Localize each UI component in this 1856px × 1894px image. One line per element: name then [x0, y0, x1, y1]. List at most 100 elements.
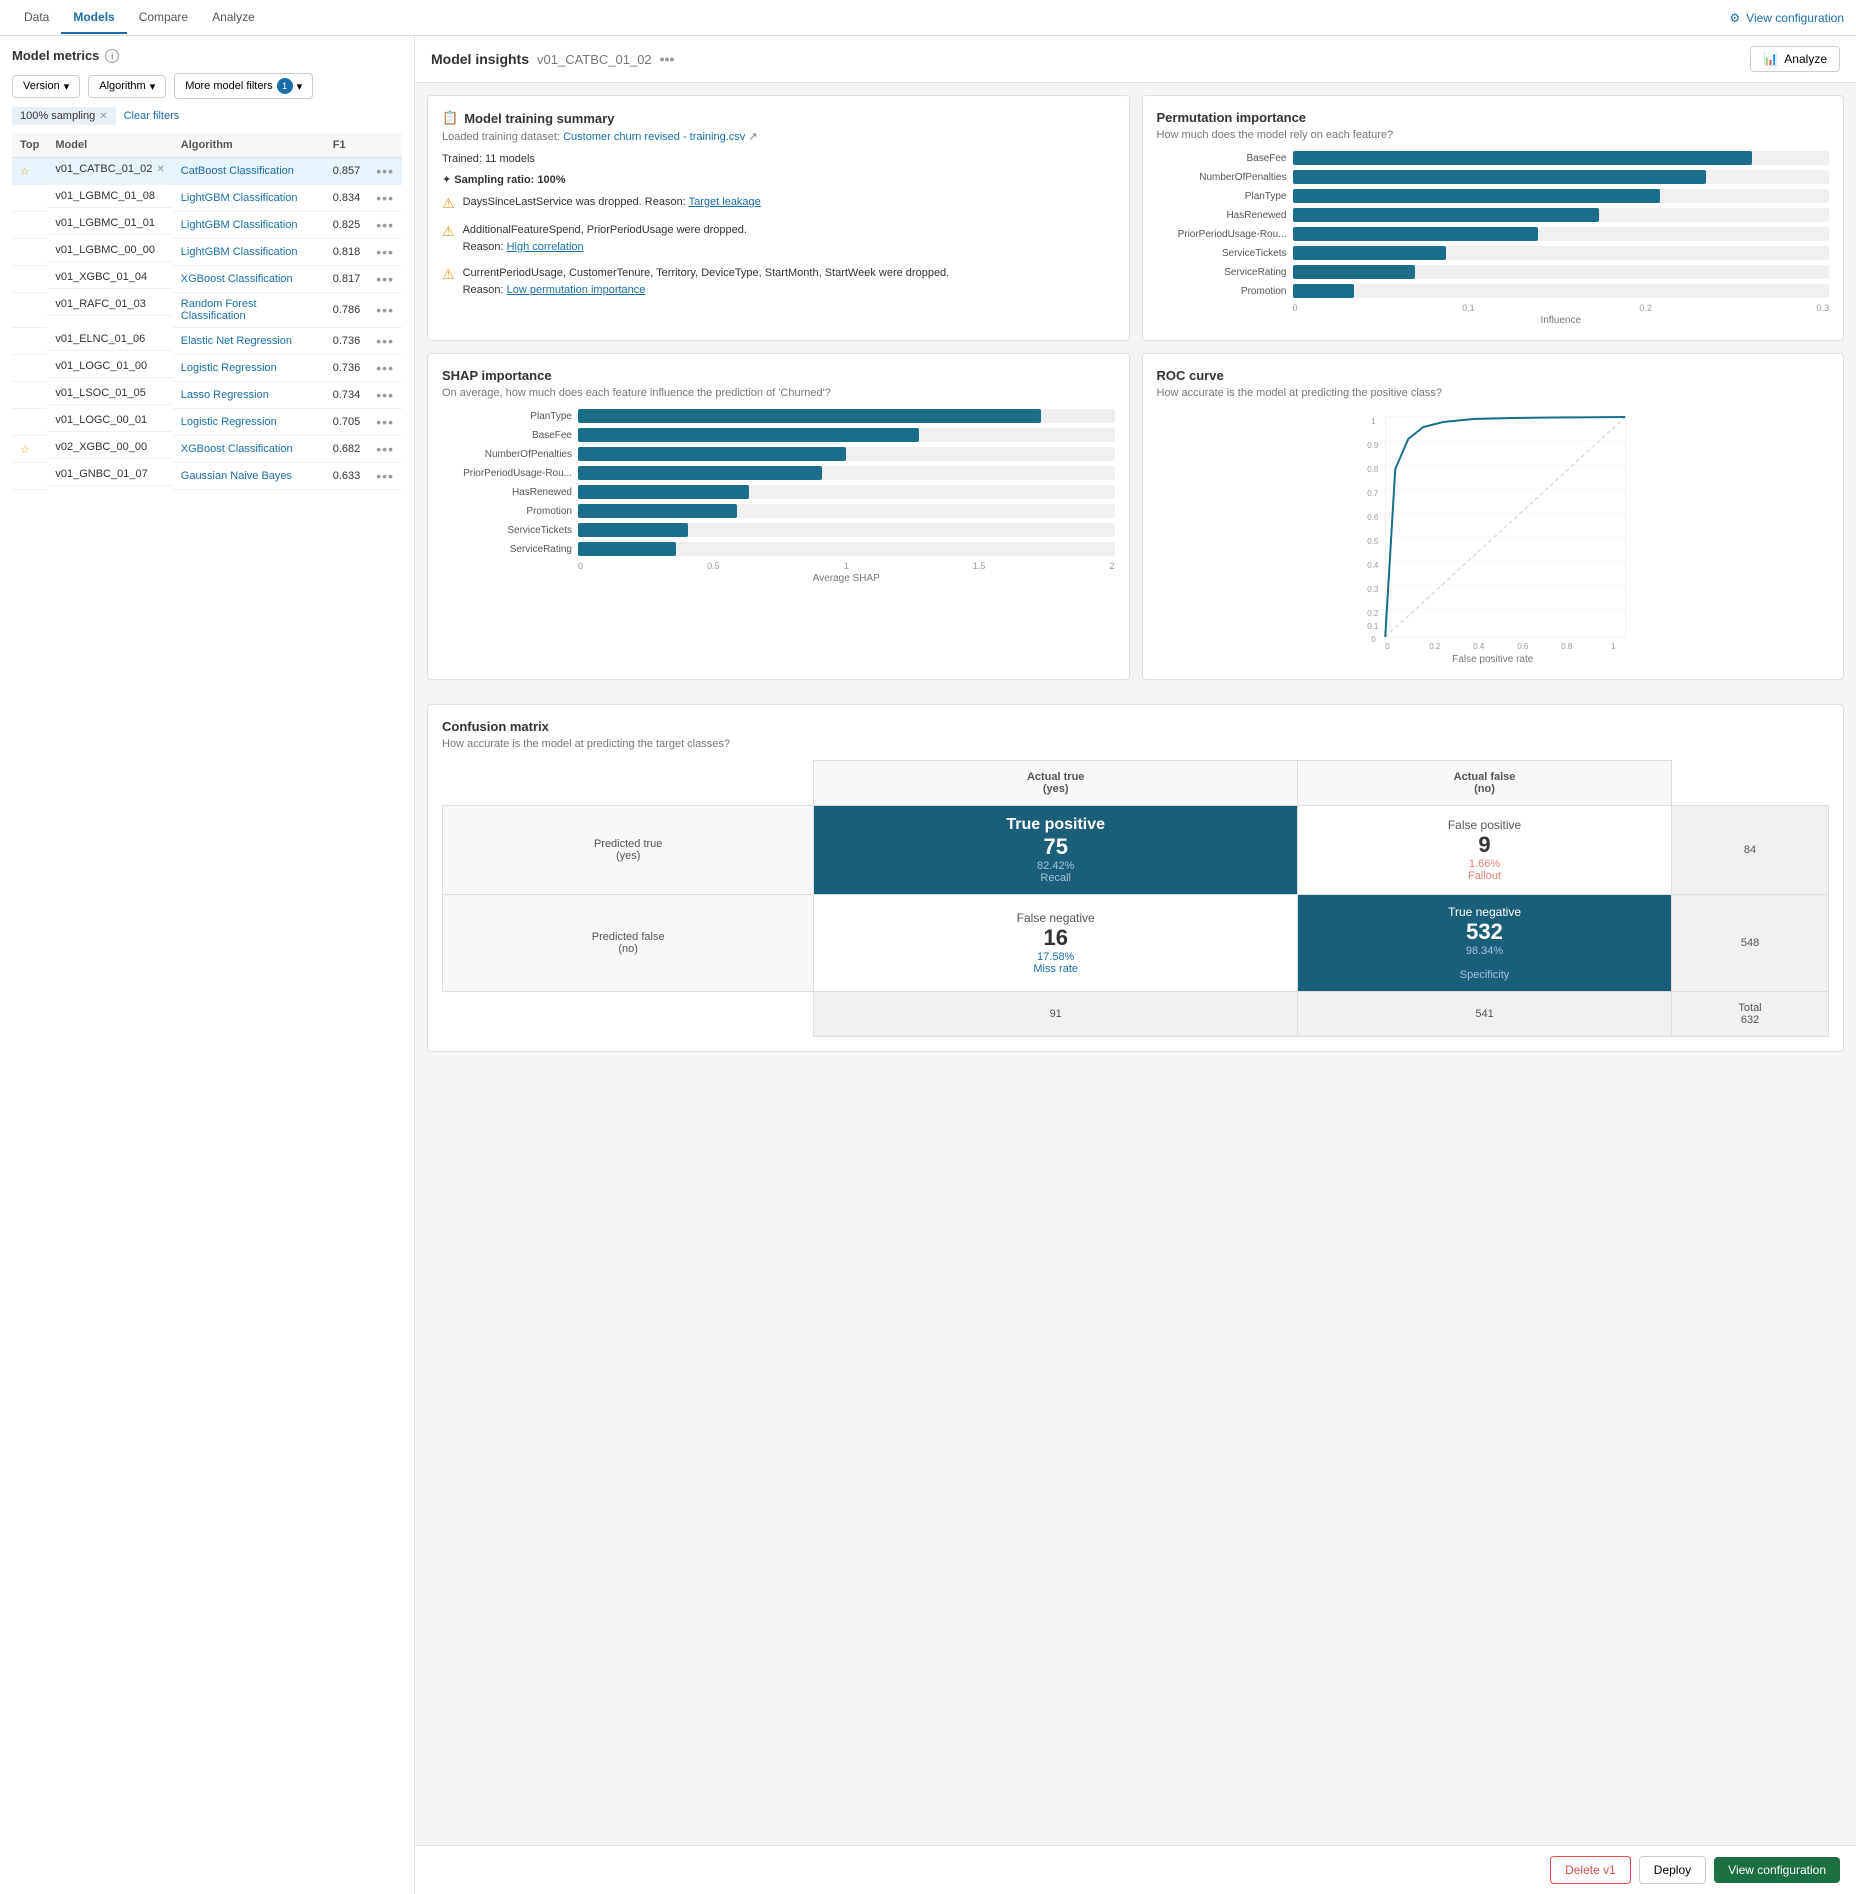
model-cell: v01_LOGC_01_00	[47, 355, 172, 378]
model-name: v01_LGBMC_01_01	[55, 217, 155, 229]
row-actions[interactable]: •••	[376, 302, 394, 318]
deselect-model[interactable]: ✕	[156, 164, 164, 175]
svg-text:0.4: 0.4	[1367, 561, 1379, 570]
table-row[interactable]: v01_RAFC_01_03 Random Forest Classificat…	[12, 293, 402, 328]
algorithm-name[interactable]: XGBoost Classification	[181, 443, 293, 455]
algo-cell: Random Forest Classification	[173, 293, 325, 328]
col-algorithm: Algorithm	[173, 133, 325, 158]
nav-analyze[interactable]: Analyze	[200, 2, 267, 34]
row-actions[interactable]: •••	[376, 387, 394, 403]
algorithm-name[interactable]: LightGBM Classification	[181, 219, 298, 231]
table-row[interactable]: v01_LOGC_00_01 Logistic Regression 0.705…	[12, 409, 402, 436]
remove-sampling-filter[interactable]: ✕	[99, 111, 107, 122]
shap-bar-track	[578, 542, 1115, 556]
model-cell: v01_LSOC_01_05	[47, 382, 172, 405]
analyze-button[interactable]: 📊 Analyze	[1750, 46, 1840, 72]
training-title-text: Model training summary	[464, 111, 614, 126]
drop-reason-link-2[interactable]: High correlation	[507, 241, 584, 253]
table-row[interactable]: ☆ v02_XGBC_00_00 XGBoost Classification …	[12, 436, 402, 463]
model-name: v01_CATBC_01_02	[55, 163, 152, 175]
nav-compare[interactable]: Compare	[127, 2, 200, 34]
cm-row-pred-false: Predicted false(no)	[443, 895, 814, 992]
perm-x-axis: 0 0.1 0.2 0.3	[1157, 303, 1830, 313]
perm-subtitle: How much does the model rely on each fea…	[1157, 129, 1830, 141]
row-actions[interactable]: •••	[376, 271, 394, 287]
drop-item-2: ⚠ AdditionalFeatureSpend, PriorPeriodUsa…	[442, 222, 1115, 255]
version-filter[interactable]: Version ▾	[12, 75, 80, 98]
row-actions[interactable]: •••	[376, 441, 394, 457]
cm-fp-value: 9	[1478, 832, 1490, 857]
algorithm-name[interactable]: Lasso Regression	[181, 389, 269, 401]
drop-field-1: DaysSinceLastService	[463, 196, 573, 208]
algorithm-filter[interactable]: Algorithm ▾	[88, 75, 166, 98]
deploy-button[interactable]: Deploy	[1639, 1856, 1706, 1884]
table-row[interactable]: v01_LSOC_01_05 Lasso Regression 0.734 ••…	[12, 382, 402, 409]
algorithm-name[interactable]: CatBoost Classification	[181, 165, 294, 177]
shap-chart: PlanType BaseFee NumberOfPenalties Prior…	[442, 409, 1115, 556]
algorithm-name[interactable]: Logistic Regression	[181, 416, 277, 428]
algorithm-name[interactable]: LightGBM Classification	[181, 192, 298, 204]
delete-button[interactable]: Delete v1	[1550, 1856, 1631, 1884]
row-actions[interactable]: •••	[376, 360, 394, 376]
row-actions[interactable]: •••	[376, 333, 394, 349]
more-filters[interactable]: More model filters 1 ▾	[174, 73, 313, 99]
algorithm-name[interactable]: XGBoost Classification	[181, 273, 293, 285]
model-name: v01_LSOC_01_05	[55, 387, 146, 399]
algorithm-name[interactable]: Logistic Regression	[181, 362, 277, 374]
cm-fp-pct-label: Fallout	[1468, 870, 1501, 882]
svg-text:0.9: 0.9	[1367, 441, 1379, 450]
bar-row: ServiceRating	[1157, 265, 1830, 279]
warning-icon-3: ⚠	[442, 266, 455, 283]
table-row[interactable]: v01_LGBMC_01_08 LightGBM Classification …	[12, 185, 402, 212]
row-actions[interactable]: •••	[376, 217, 394, 233]
row-actions[interactable]: •••	[376, 190, 394, 206]
dataset-link[interactable]: Customer churn revised - training.csv	[563, 131, 745, 143]
algorithm-name[interactable]: Gaussian Naive Bayes	[181, 470, 292, 482]
drop-reason-link-3[interactable]: Low permutation importance	[507, 284, 646, 296]
content-title: Model insights v01_CATBC_01_02 •••	[431, 51, 674, 67]
table-row[interactable]: v01_ELNC_01_06 Elastic Net Regression 0.…	[12, 328, 402, 355]
svg-text:0.7: 0.7	[1367, 489, 1379, 498]
shap-x-axis: 0 0.5 1 1.5 2	[442, 561, 1115, 571]
perm-x-0: 0	[1293, 303, 1298, 313]
table-row[interactable]: v01_LOGC_01_00 Logistic Regression 0.736…	[12, 355, 402, 382]
bar-label: Promotion	[1157, 286, 1287, 297]
confusion-matrix-table: Actual true(yes) Actual false(no) Predic…	[442, 760, 1829, 1037]
row-actions[interactable]: •••	[376, 244, 394, 260]
view-configuration-button[interactable]: View configuration	[1714, 1857, 1840, 1883]
table-row[interactable]: v01_GNBC_01_07 Gaussian Naive Bayes 0.63…	[12, 463, 402, 490]
drop-field-2: AdditionalFeatureSpend, PriorPeriodUsage	[463, 224, 674, 236]
drop-reason-link-1[interactable]: Target leakage	[689, 196, 761, 208]
col-model: Model	[47, 133, 172, 158]
confusion-matrix-section: Confusion matrix How accurate is the mod…	[415, 692, 1856, 1064]
model-version: v01_CATBC_01_02	[537, 52, 652, 67]
algorithm-name[interactable]: Random Forest Classification	[181, 298, 257, 322]
table-row[interactable]: v01_XGBC_01_04 XGBoost Classification 0.…	[12, 266, 402, 293]
nav-models[interactable]: Models	[61, 2, 126, 34]
top-nav: Data Models Compare Analyze ⚙ View confi…	[0, 0, 1856, 36]
shap-bar-fill	[578, 447, 846, 461]
shap-x-1: 0.5	[707, 561, 720, 571]
info-icon[interactable]: i	[105, 49, 119, 63]
bar-track	[1293, 227, 1830, 241]
bar-fill	[1293, 170, 1707, 184]
nav-data[interactable]: Data	[12, 2, 61, 34]
top-cell	[12, 293, 47, 328]
table-row[interactable]: v01_LGBMC_01_01 LightGBM Classification …	[12, 212, 402, 239]
table-row[interactable]: v01_LGBMC_00_00 LightGBM Classification …	[12, 239, 402, 266]
shap-subtitle: On average, how much does each feature i…	[442, 387, 1115, 399]
view-configuration-btn[interactable]: ⚙ View configuration	[1729, 11, 1844, 25]
row-actions[interactable]: •••	[376, 414, 394, 430]
cm-subtitle: How accurate is the model at predicting …	[442, 738, 1829, 750]
svg-text:0.2: 0.2	[1367, 609, 1379, 618]
row-actions[interactable]: •••	[376, 163, 394, 179]
algorithm-name[interactable]: Elastic Net Regression	[181, 335, 292, 347]
clear-filters-btn[interactable]: Clear filters	[124, 110, 180, 122]
shap-bar-row: ServiceTickets	[442, 523, 1115, 537]
table-row[interactable]: ☆ v01_CATBC_01_02 ✕ CatBoost Classificat…	[12, 158, 402, 185]
more-options-icon[interactable]: •••	[660, 51, 675, 67]
row-actions[interactable]: •••	[376, 468, 394, 484]
algorithm-name[interactable]: LightGBM Classification	[181, 246, 298, 258]
training-summary-title: 📋 Model training summary	[442, 110, 1115, 126]
algo-cell: XGBoost Classification	[173, 436, 325, 463]
